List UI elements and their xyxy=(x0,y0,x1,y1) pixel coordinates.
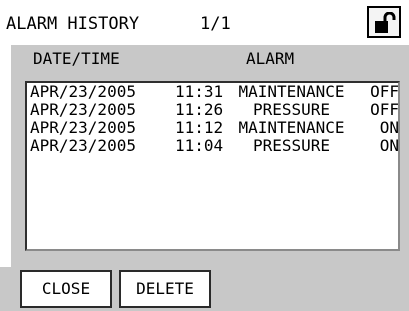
row-time: 11:12 xyxy=(175,118,224,137)
delete-button[interactable]: DELETE xyxy=(119,270,211,308)
row-date: APR/23/2005 xyxy=(30,82,136,101)
row-date: APR/23/2005 xyxy=(30,100,136,119)
column-header-alarm: ALARM xyxy=(246,49,295,68)
table-row[interactable]: APR/23/2005 11:04 PRESSURE ON xyxy=(27,136,399,155)
alarm-list[interactable]: APR/23/2005 11:31 MAINTENANCE OFF APR/23… xyxy=(25,81,400,251)
row-time: 11:04 xyxy=(175,136,224,155)
column-header-datetime: DATE/TIME xyxy=(33,49,120,68)
row-alarm: PRESSURE xyxy=(252,136,331,155)
unlocked-padlock-icon xyxy=(375,12,396,33)
row-state: ON xyxy=(379,136,399,155)
row-alarm: MAINTENANCE xyxy=(238,118,345,137)
alarm-history-panel: DATE/TIME ALARM APR/23/2005 11:31 MAINTE… xyxy=(11,45,409,267)
row-state: OFF xyxy=(370,100,399,119)
footer-bar: CLOSE DELETE xyxy=(0,267,409,311)
table-row[interactable]: APR/23/2005 11:31 MAINTENANCE OFF xyxy=(27,82,399,101)
alarm-history-screen: ALARM HISTORY 1/1 DATE/TIME ALARM APR/23… xyxy=(0,0,409,311)
row-state: OFF xyxy=(370,82,399,101)
row-date: APR/23/2005 xyxy=(30,136,136,155)
close-button[interactable]: CLOSE xyxy=(20,270,112,308)
page-indicator: 1/1 xyxy=(200,14,231,34)
table-row[interactable]: APR/23/2005 11:12 MAINTENANCE ON xyxy=(27,118,399,137)
page-title: ALARM HISTORY xyxy=(6,14,140,34)
row-state: ON xyxy=(379,118,399,137)
row-time: 11:26 xyxy=(175,100,224,119)
lock-button[interactable] xyxy=(367,6,401,38)
row-alarm: PRESSURE xyxy=(252,100,331,119)
row-time: 11:31 xyxy=(175,82,224,101)
row-alarm: MAINTENANCE xyxy=(238,82,345,101)
row-date: APR/23/2005 xyxy=(30,118,136,137)
table-row[interactable]: APR/23/2005 11:26 PRESSURE OFF xyxy=(27,100,399,119)
